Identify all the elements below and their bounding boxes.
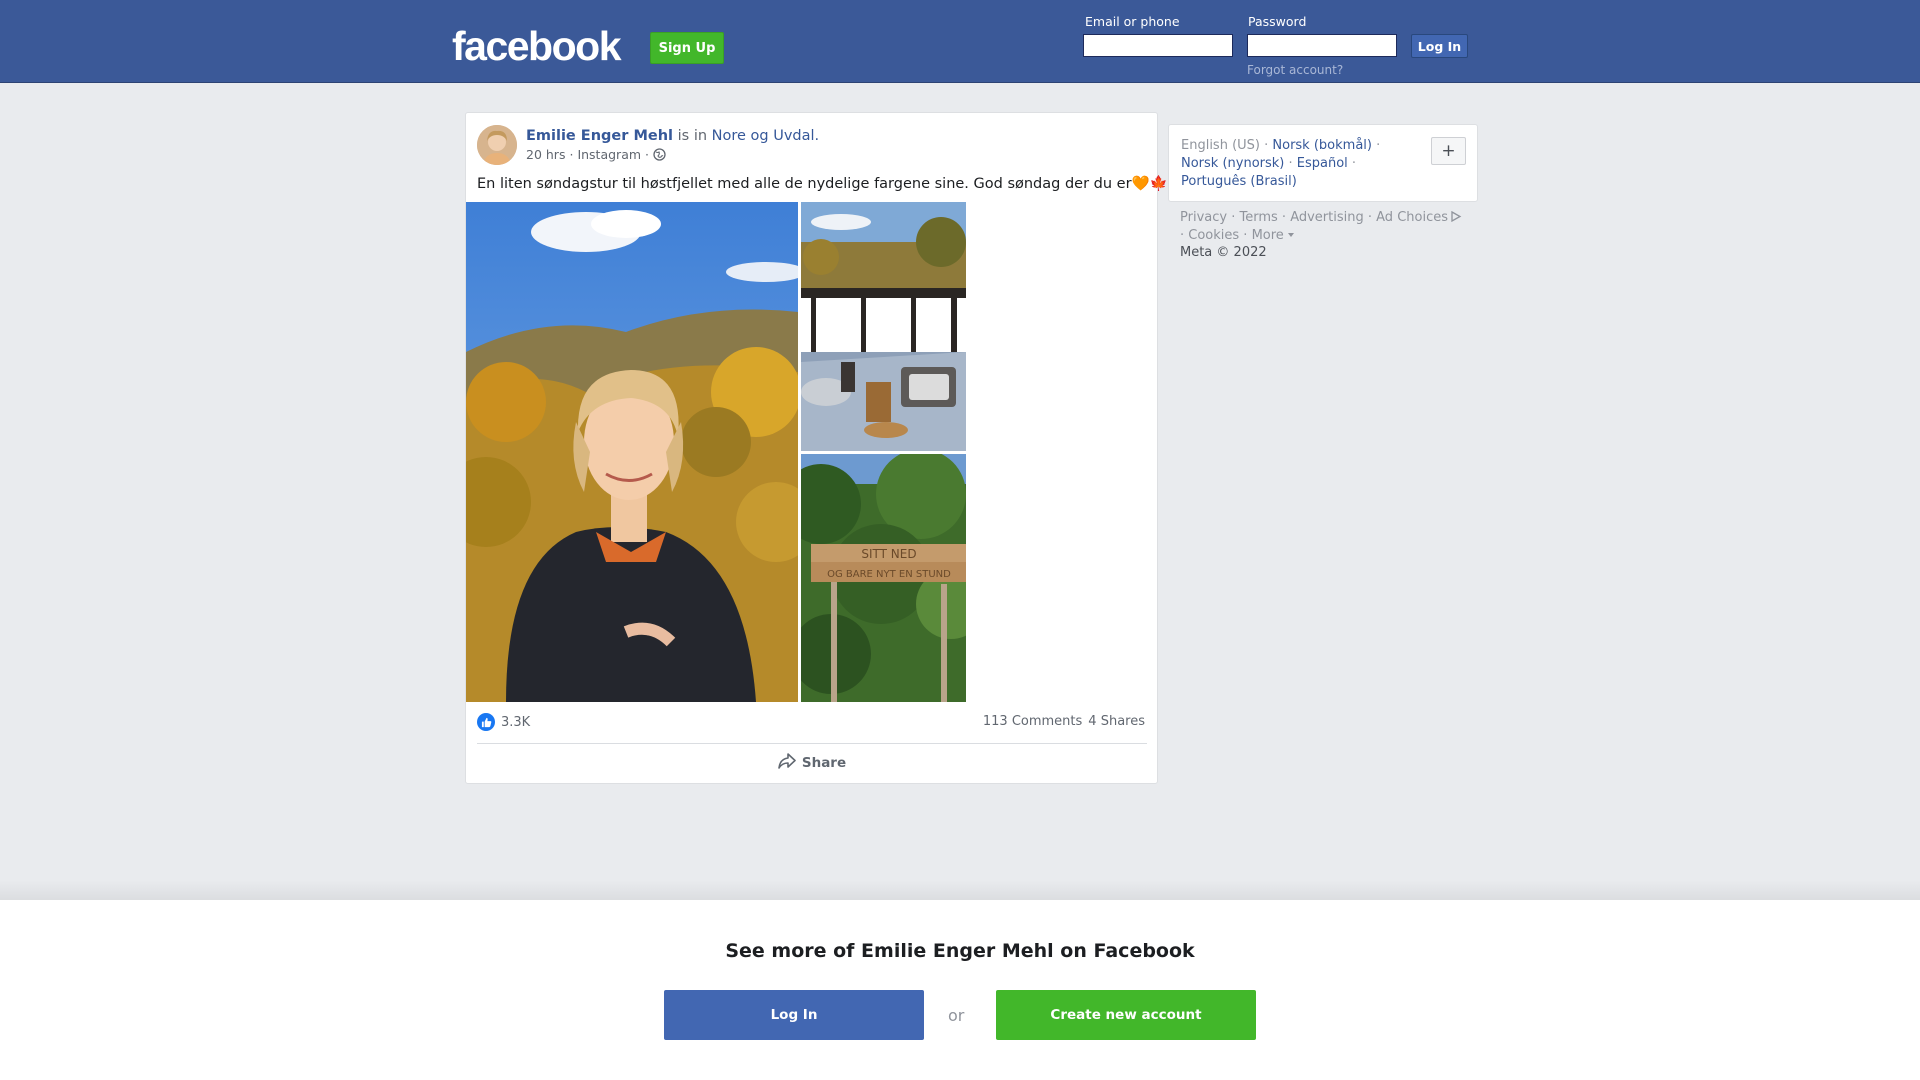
language-norsk-bokmal[interactable]: Norsk (bokmål) — [1272, 138, 1372, 153]
post-card: Emilie Enger Mehl is in Nore og Uvdal. 2… — [465, 112, 1168, 784]
like-icon — [477, 713, 495, 731]
photo-wooden-sign[interactable]: SITT NED OG BARE NYT EN STUND — [801, 454, 966, 702]
language-english-us: English (US) — [1181, 138, 1260, 153]
banner-title: See more of Emilie Enger Mehl on Faceboo… — [725, 940, 1195, 962]
language-espanol[interactable]: Español — [1297, 156, 1348, 171]
password-input[interactable] — [1247, 34, 1397, 57]
reaction-count: 3.3K — [501, 714, 531, 730]
or-text: or — [948, 1006, 965, 1025]
globe-icon — [653, 148, 666, 161]
share-arrow-icon — [778, 753, 796, 773]
cookies-link[interactable]: Cookies — [1188, 228, 1239, 243]
photo-woman-autumn[interactable] — [466, 202, 798, 702]
comments-count-link[interactable]: 113 Comments — [983, 714, 1082, 729]
meta-separator: · — [645, 147, 650, 162]
ad-choices-label: Ad Choices — [1376, 210, 1448, 225]
meta-separator: · — [569, 147, 574, 162]
post-timestamp[interactable]: 20 hrs — [526, 147, 565, 162]
banner-shadow — [0, 880, 1920, 900]
terms-link[interactable]: Terms — [1239, 210, 1277, 225]
ad-choices-icon — [1448, 210, 1462, 225]
author-avatar[interactable] — [477, 125, 517, 165]
share-label: Share — [801, 755, 847, 771]
banner-login-button[interactable]: Log In — [664, 990, 924, 1040]
post-source: Instagram — [577, 147, 642, 162]
language-portugues-brasil[interactable]: Português (Brasil) — [1181, 174, 1297, 189]
author-name-link[interactable]: Emilie Enger Mehl — [526, 128, 673, 144]
language-norsk-nynorsk[interactable]: Norsk (nynorsk) — [1181, 156, 1284, 171]
plus-icon[interactable]: + — [1431, 137, 1466, 165]
header-login-button[interactable]: Log In — [1411, 34, 1468, 58]
facebook-logo[interactable]: facebook — [452, 22, 622, 70]
photo-grid: SITT NED OG BARE NYT EN STUND — [466, 202, 966, 702]
post-divider — [477, 743, 1147, 744]
post-meta: 20 hrs · Instagram · — [526, 147, 666, 162]
language-list: English (US) · Norsk (bokmål) · Norsk (n… — [1181, 138, 1381, 189]
footer-links: Privacy · Terms · Advertising · Ad Choic… — [1180, 209, 1480, 245]
is-in-text: is in — [677, 128, 708, 144]
photo-table-terrace[interactable] — [801, 202, 966, 451]
more-label: More — [1251, 228, 1284, 243]
ad-choices-link[interactable]: Ad Choices — [1376, 210, 1462, 225]
email-label: Email or phone — [1085, 14, 1180, 29]
login-prompt-banner: See more of Emilie Enger Mehl on Faceboo… — [0, 900, 1920, 1080]
share-button[interactable]: Share — [477, 745, 1147, 781]
sign-up-button[interactable]: Sign Up — [650, 32, 724, 64]
sign-line-1: SITT NED — [861, 547, 916, 561]
copyright: Meta © 2022 — [1180, 245, 1267, 260]
top-navigation-bar: facebook Sign Up Email or phone Password… — [0, 0, 1920, 83]
email-input[interactable] — [1083, 34, 1233, 57]
password-label: Password — [1248, 14, 1307, 29]
caret-down-icon — [1287, 228, 1294, 243]
forgot-account-link[interactable]: Forgot account? — [1247, 63, 1343, 77]
engagement-counts: 113 Comments 4 Shares — [983, 714, 1145, 729]
advertising-link[interactable]: Advertising — [1290, 210, 1364, 225]
shares-count-link[interactable]: 4 Shares — [1088, 714, 1145, 729]
reactions-summary[interactable]: 3.3K — [477, 713, 530, 731]
create-account-button[interactable]: Create new account — [996, 990, 1256, 1040]
language-selector-box: English (US) · Norsk (bokmål) · Norsk (n… — [1168, 124, 1478, 202]
privacy-link[interactable]: Privacy — [1180, 210, 1227, 225]
post-header-line: Emilie Enger Mehl is in Nore og Uvdal. — [526, 126, 819, 146]
post-text: En liten søndagstur til høstfjellet med … — [477, 176, 1168, 192]
location-link[interactable]: Nore og Uvdal. — [712, 128, 820, 144]
sign-line-2: OG BARE NYT EN STUND — [827, 569, 951, 580]
more-link[interactable]: More — [1252, 228, 1294, 243]
